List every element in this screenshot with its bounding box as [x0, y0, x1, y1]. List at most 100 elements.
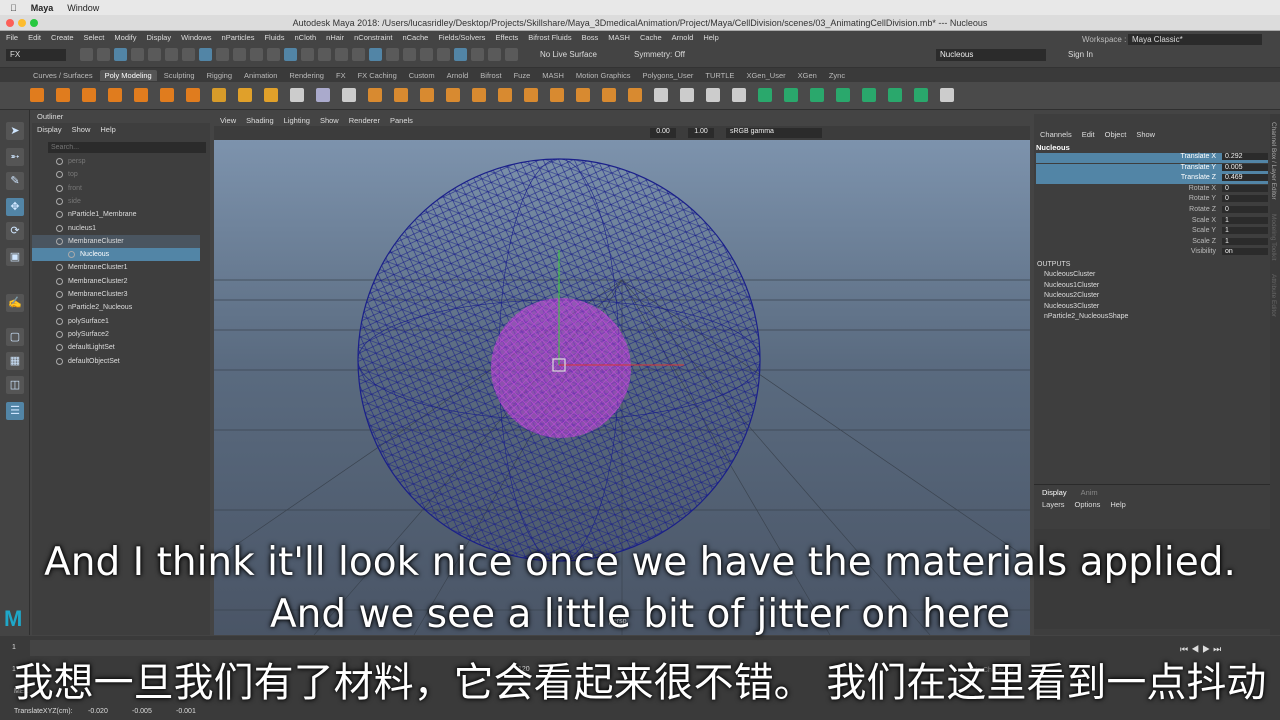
channel-value[interactable]: 0: [1222, 206, 1268, 213]
menu-cache[interactable]: Cache: [640, 33, 662, 42]
menu-arnold[interactable]: Arnold: [672, 33, 694, 42]
menu-nhair[interactable]: nHair: [326, 33, 344, 42]
outliner-menu-show[interactable]: Show: [72, 125, 91, 134]
channel-menu-show[interactable]: Show: [1136, 130, 1155, 139]
outliner-item-nparticle1-membrane[interactable]: nParticle1_Membrane: [32, 208, 200, 221]
layer-menu-help[interactable]: Help: [1110, 500, 1125, 509]
move-tool-icon[interactable]: ✥: [6, 198, 24, 216]
close-window-button[interactable]: [6, 19, 14, 27]
status-tool-icon[interactable]: [267, 48, 280, 61]
outliner-layout-icon[interactable]: ☰: [6, 402, 24, 420]
shelf-tool-icon[interactable]: [654, 88, 668, 102]
shelf-tool-icon[interactable]: [576, 88, 590, 102]
status-tool-icon[interactable]: [182, 48, 195, 61]
channel-value[interactable]: 0: [1222, 184, 1268, 192]
output-node[interactable]: Nucleous1Cluster: [1044, 282, 1264, 293]
outliner-item-side[interactable]: side: [32, 195, 200, 208]
channel-value[interactable]: 1: [1222, 216, 1268, 224]
viewport-menu-renderer[interactable]: Renderer: [349, 116, 380, 125]
shelf-tool-icon[interactable]: [524, 88, 538, 102]
shelf-tool-icon[interactable]: [394, 88, 408, 102]
viewport-menu-view[interactable]: View: [220, 116, 236, 125]
shelf-tool-icon[interactable]: [264, 88, 278, 102]
status-tool-icon[interactable]: [369, 48, 382, 61]
layer-menu-options[interactable]: Options: [1075, 500, 1101, 509]
shelf-tab-fx-caching[interactable]: FX Caching: [353, 70, 402, 81]
shelf-tool-icon[interactable]: [628, 88, 642, 102]
menu-modify[interactable]: Modify: [114, 33, 136, 42]
shelf-tool-icon[interactable]: [706, 88, 720, 102]
shelf-tool-icon[interactable]: [160, 88, 174, 102]
status-tool-icon[interactable]: [250, 48, 263, 61]
channel-menu-edit[interactable]: Edit: [1082, 130, 1095, 139]
gamma-field[interactable]: 1.00: [688, 128, 714, 138]
menu-create[interactable]: Create: [51, 33, 74, 42]
status-tool-icon[interactable]: [301, 48, 314, 61]
scale-tool-icon[interactable]: ▣: [6, 248, 24, 266]
minimize-window-button[interactable]: [18, 19, 26, 27]
viewport-menu-panels[interactable]: Panels: [390, 116, 413, 125]
status-tool-icon[interactable]: [488, 48, 501, 61]
shelf-tool-icon[interactable]: [316, 88, 330, 102]
outliner-item-persp[interactable]: persp: [32, 155, 200, 168]
status-tool-icon[interactable]: [505, 48, 518, 61]
status-tool-icon[interactable]: [97, 48, 110, 61]
layout-single-icon[interactable]: ▢: [6, 328, 24, 346]
outliner-item-nucleus1[interactable]: nucleus1: [32, 222, 200, 235]
playback-controls[interactable]: ⏮◀▶⏭: [1180, 644, 1224, 655]
status-tool-icon[interactable]: [284, 48, 297, 61]
channel-row[interactable]: Scale Y 1: [1036, 227, 1268, 237]
outliner-item-defaultlightset[interactable]: defaultLightSet: [32, 341, 200, 354]
colorspace-dropdown[interactable]: sRGB gamma: [726, 128, 822, 138]
channel-row[interactable]: Translate X 0.292: [1036, 153, 1268, 163]
shelf-tab-motion-graphics[interactable]: Motion Graphics: [571, 70, 636, 81]
shelf-tool-icon[interactable]: [602, 88, 616, 102]
modeling-toolkit-tab[interactable]: Modeling Toolkit: [1270, 200, 1277, 261]
shelf-tool-icon[interactable]: [368, 88, 382, 102]
shelf-tab-fuze[interactable]: Fuze: [509, 70, 536, 81]
shelf-tool-icon[interactable]: [758, 88, 772, 102]
shelf-tab-bifrost[interactable]: Bifrost: [475, 70, 506, 81]
outliner-item-top[interactable]: top: [32, 168, 200, 181]
menu-nconstraint[interactable]: nConstraint: [354, 33, 392, 42]
shelf-tool-icon[interactable]: [836, 88, 850, 102]
select-tool-icon[interactable]: ➤: [6, 122, 24, 140]
shelf-tool-icon[interactable]: [420, 88, 434, 102]
shelf-tab-animation[interactable]: Animation: [239, 70, 282, 81]
output-node[interactable]: nParticle2_NucleousShape: [1044, 313, 1264, 324]
shelf-tool-icon[interactable]: [446, 88, 460, 102]
menu-edit[interactable]: Edit: [28, 33, 41, 42]
channel-row[interactable]: Translate Y 0.005: [1036, 163, 1268, 174]
shelf-tool-icon[interactable]: [30, 88, 44, 102]
channel-row[interactable]: Scale X 1: [1036, 216, 1268, 227]
channel-row[interactable]: Rotate X 0: [1036, 184, 1268, 195]
status-tool-icon[interactable]: [335, 48, 348, 61]
menu-boss[interactable]: Boss: [582, 33, 599, 42]
sculpt-tool-icon[interactable]: ✍: [6, 294, 24, 312]
shelf-tool-icon[interactable]: [82, 88, 96, 102]
outliner-item-nucleous[interactable]: Nucleous: [32, 248, 200, 262]
lasso-tool-icon[interactable]: ➵: [6, 148, 24, 166]
menu-file[interactable]: File: [6, 33, 18, 42]
channel-value[interactable]: 0.292: [1222, 153, 1268, 160]
exposure-field[interactable]: 0.00: [650, 128, 676, 138]
status-tool-icon[interactable]: [148, 48, 161, 61]
channel-value[interactable]: 0.005: [1222, 163, 1268, 171]
status-tool-icon[interactable]: [454, 48, 467, 61]
status-tool-icon[interactable]: [437, 48, 450, 61]
shelf-tab-arnold[interactable]: Arnold: [442, 70, 474, 81]
channel-menu-channels[interactable]: Channels: [1040, 130, 1072, 139]
outliner-search-input[interactable]: [48, 142, 206, 153]
window-menu[interactable]: Window: [67, 3, 99, 13]
channel-box-tab[interactable]: Channel Box / Layer Editor: [1270, 114, 1277, 200]
shelf-tab-mash[interactable]: MASH: [537, 70, 569, 81]
menu-windows[interactable]: Windows: [181, 33, 211, 42]
status-tool-icon[interactable]: [199, 48, 212, 61]
channel-value[interactable]: 1: [1222, 237, 1268, 245]
shelf-tool-icon[interactable]: [212, 88, 226, 102]
menu-display[interactable]: Display: [147, 33, 172, 42]
shelf-tool-icon[interactable]: [680, 88, 694, 102]
output-node[interactable]: NucleousCluster: [1044, 271, 1264, 282]
menu-ncloth[interactable]: nCloth: [294, 33, 316, 42]
zoom-window-button[interactable]: [30, 19, 38, 27]
